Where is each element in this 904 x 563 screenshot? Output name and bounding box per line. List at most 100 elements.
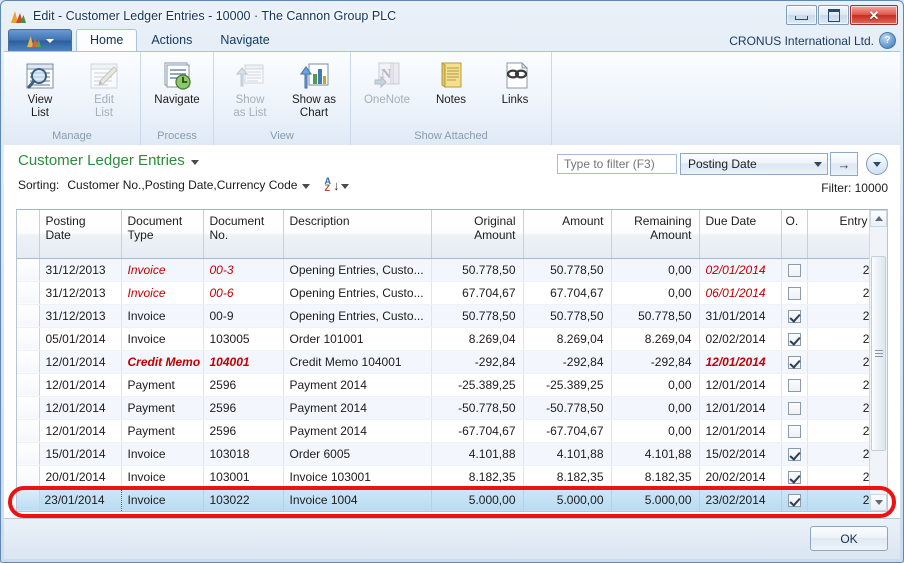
cell-entry-no: 2478 (807, 281, 869, 305)
cell-due-date: 12/01/2014 (699, 396, 782, 420)
close-button[interactable]: ✕ (850, 5, 898, 25)
column-header-posting-date[interactable]: Posting Date (39, 210, 122, 259)
cell-open-checkbox[interactable] (781, 327, 808, 351)
row-selector-cell[interactable] (17, 304, 40, 328)
row-selector-cell[interactable] (17, 419, 40, 443)
cell-posting-date: 20/01/2014 (39, 465, 122, 489)
company-name-label: CRONUS International Ltd. (729, 33, 874, 48)
table-row[interactable]: 15/01/2014 Invoice 103018 Order 6005 4.101,8… (17, 442, 869, 466)
chevron-down-icon[interactable] (190, 160, 199, 165)
tab-home[interactable]: Home (76, 29, 138, 52)
column-header-remaining-amount[interactable]: Remaining Amount (611, 210, 700, 259)
row-selector-cell[interactable] (17, 281, 40, 305)
ok-button[interactable]: OK (810, 526, 888, 551)
sort-direction-button[interactable]: AZ ↓ (324, 177, 350, 193)
cell-amount: -50.778,50 (523, 396, 612, 420)
row-selector-cell[interactable] (17, 396, 40, 420)
cell-open-checkbox[interactable] (781, 373, 808, 397)
tab-actions[interactable]: Actions (137, 29, 206, 52)
filter-field-select[interactable]: Posting Date (680, 153, 828, 175)
cell-open-checkbox[interactable] (781, 281, 808, 305)
cell-document-no: 2596 (203, 396, 284, 420)
cell-amount: -67.704,67 (523, 419, 612, 443)
scroll-up-button[interactable] (870, 210, 887, 227)
checkbox-unchecked-icon (787, 263, 801, 277)
row-selector-cell[interactable] (17, 465, 40, 489)
table-row[interactable]: 31/12/2013 Invoice 00-6 Opening Entries, Cu… (17, 281, 869, 305)
column-header-amount[interactable]: Amount (523, 210, 612, 259)
cell-open-checkbox[interactable] (781, 304, 808, 328)
table-row[interactable]: 12/01/2014 Payment 2596 Payment 2014 -25.389… (17, 373, 869, 397)
cell-open-checkbox[interactable] (781, 419, 808, 443)
table-row[interactable]: 12/01/2014 Payment 2596 Payment 2014 -50.778… (17, 396, 869, 420)
filter-expand-button[interactable] (866, 153, 888, 175)
show-as-list-icon (234, 60, 266, 92)
cell-open-checkbox[interactable] (781, 350, 808, 374)
checkbox-checked-icon (787, 470, 801, 484)
table-row[interactable]: 31/12/2013 Invoice 00-9 Opening Entries, Cu… (17, 304, 869, 328)
ledger-table: Posting Date Document Type Document No. Des… (17, 210, 869, 511)
cell-original-amount: 67.704,67 (431, 281, 524, 305)
minimize-button[interactable] (786, 5, 817, 25)
cell-due-date: 12/01/2014 (699, 373, 782, 397)
row-selector-cell[interactable] (17, 258, 40, 282)
column-header-entry-no[interactable]: Entry No. (807, 210, 869, 259)
page-title[interactable]: Customer Ledger Entries (18, 152, 199, 169)
cell-open-checkbox[interactable] (781, 396, 808, 420)
cell-open-checkbox[interactable] (781, 258, 808, 282)
cell-entry-no: 2587 (807, 396, 869, 420)
cell-open-checkbox[interactable] (781, 442, 808, 466)
ribbon-group-label-process: Process (157, 130, 197, 142)
row-selector-cell[interactable] (17, 373, 40, 397)
column-header-document-type[interactable]: Document Type (121, 210, 204, 259)
cell-description: Opening Entries, Custo... (283, 304, 432, 328)
maximize-button[interactable] (818, 5, 849, 25)
row-selector-cell[interactable] (17, 488, 40, 511)
show-as-chart-button[interactable]: Show as Chart (283, 57, 345, 122)
notes-button[interactable]: Notes (420, 57, 482, 110)
links-button[interactable]: Links (484, 57, 546, 110)
table-row[interactable]: 23/01/2014 Invoice 103022 Invoice 1004 5.000… (17, 488, 869, 511)
table-row[interactable]: 20/01/2014 Invoice 103001 Invoice 103001 8.1… (17, 465, 869, 489)
tab-navigate[interactable]: Navigate (206, 29, 283, 52)
grid-vertical-scrollbar[interactable] (869, 210, 887, 511)
cell-due-date: 12/01/2014 (699, 419, 782, 443)
cell-open-checkbox[interactable] (781, 488, 808, 511)
show-as-list-label: Show as List (233, 94, 267, 119)
sorting-selector[interactable]: Customer No.,Posting Date,Currency Code (67, 178, 311, 192)
cell-entry-no: 2547 (807, 327, 869, 351)
chevron-down-icon (302, 184, 311, 189)
cell-entry-no: 2585 (807, 373, 869, 397)
column-header-open[interactable]: O. (781, 210, 808, 259)
view-list-button[interactable]: View List (9, 57, 71, 122)
row-selector-cell[interactable] (17, 327, 40, 351)
scrollbar-thumb[interactable] (871, 256, 886, 451)
show-as-list-button[interactable]: Show as List (219, 57, 281, 122)
row-selector-cell[interactable] (17, 350, 40, 374)
table-row[interactable]: 12/01/2014 Payment 2596 Payment 2014 -67.704… (17, 419, 869, 443)
navigate-button[interactable]: Navigate (146, 57, 208, 110)
ribbon-group-process: Navigate Process (141, 52, 214, 145)
cell-remaining-amount: 50.778,50 (611, 304, 700, 328)
row-selector-cell[interactable] (17, 442, 40, 466)
cell-open-checkbox[interactable] (781, 465, 808, 489)
column-header-description[interactable]: Description (283, 210, 432, 259)
cell-document-no: 2596 (203, 419, 284, 443)
cell-remaining-amount: 5.000,00 (611, 488, 700, 511)
column-header-due-date[interactable]: Due Date (699, 210, 782, 259)
table-row[interactable]: 12/01/2014 Credit Memo 104001 Credit Memo 1… (17, 350, 869, 374)
scroll-down-button[interactable] (870, 494, 887, 511)
ribbon-group-label-manage: Manage (52, 130, 92, 142)
table-row[interactable]: 31/12/2013 Invoice 00-3 Opening Entries, Cu… (17, 258, 869, 282)
onenote-button[interactable]: N OneNote (356, 57, 418, 110)
filter-input[interactable] (557, 154, 677, 174)
cell-posting-date: 31/12/2013 (39, 281, 122, 305)
table-row[interactable]: 05/01/2014 Invoice 103005 Order 101001 8.269… (17, 327, 869, 351)
column-header-original-amount[interactable]: Original Amount (431, 210, 524, 259)
help-icon[interactable]: ? (879, 32, 896, 49)
column-header-document-no[interactable]: Document No. (203, 210, 284, 259)
application-menu-button[interactable] (8, 29, 72, 53)
edit-list-button[interactable]: Edit List (73, 57, 135, 122)
cell-due-date: 15/02/2014 (699, 442, 782, 466)
filter-apply-button[interactable]: → (830, 152, 858, 176)
